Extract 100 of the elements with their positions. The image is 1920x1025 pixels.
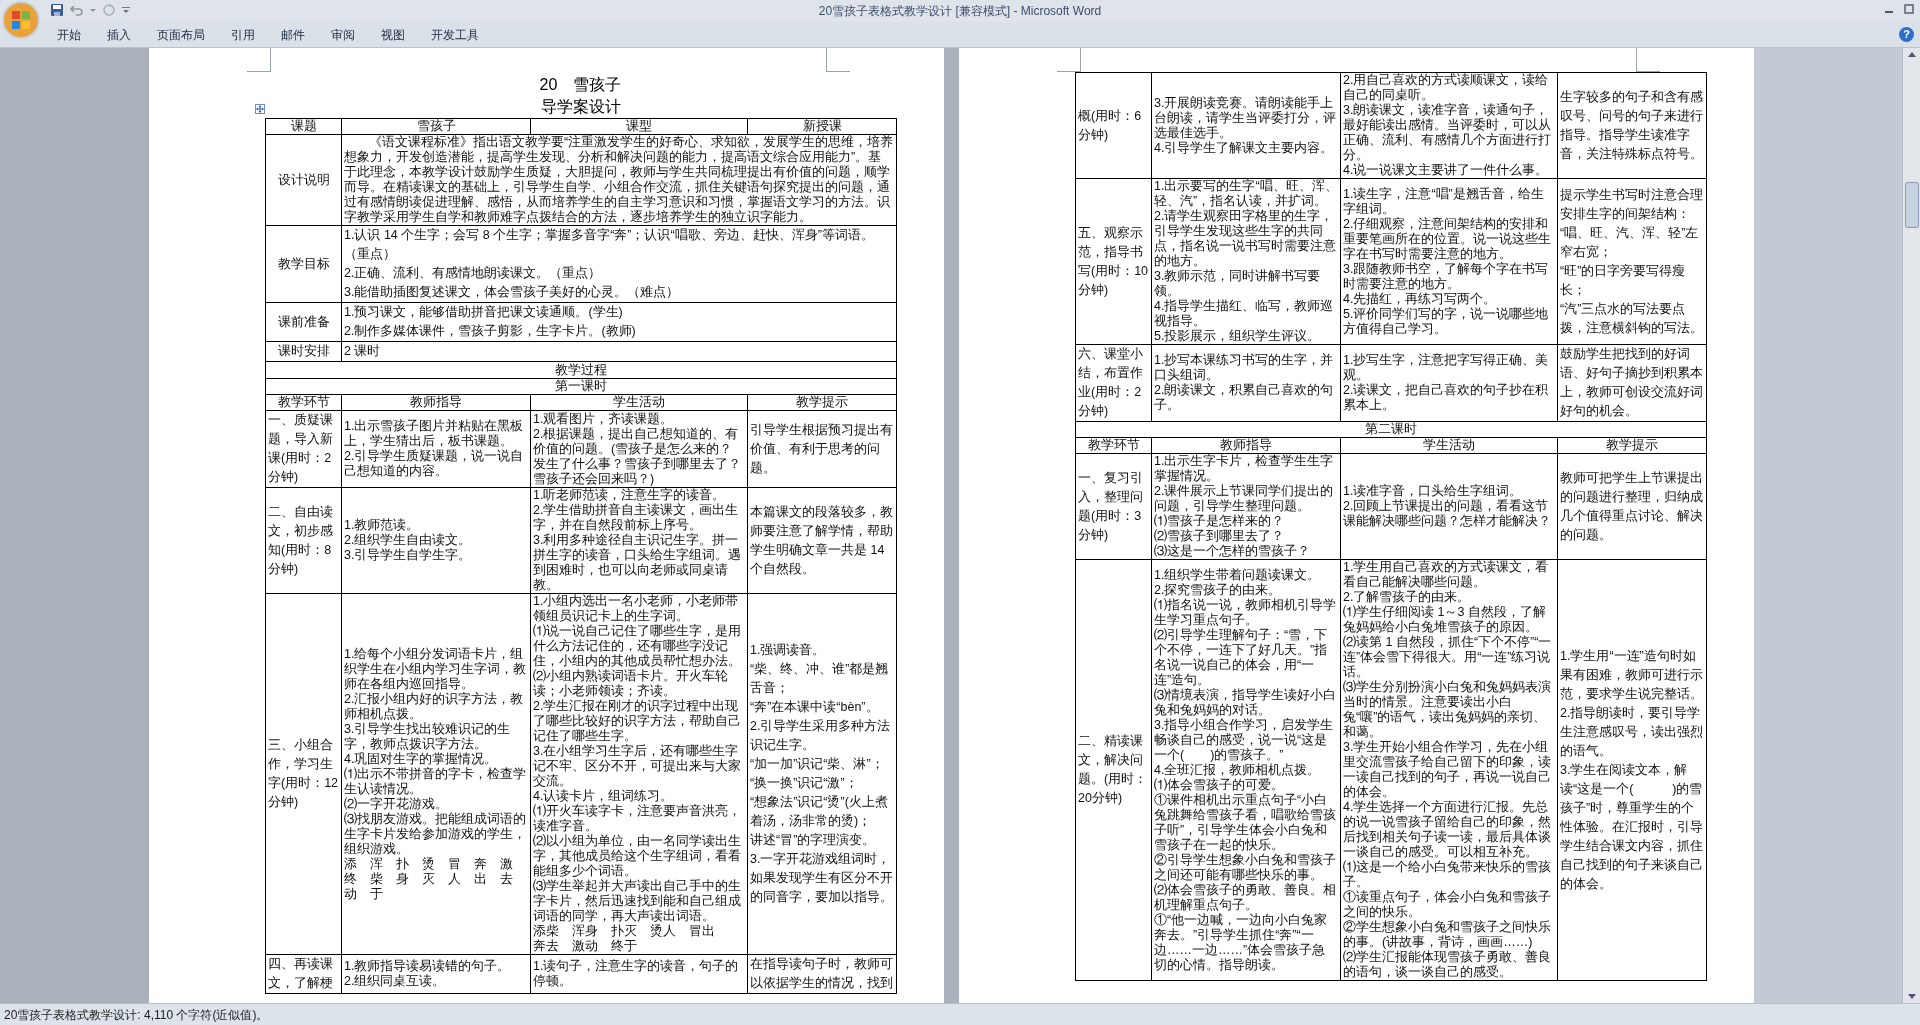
cell-text: ⑶情境表演，指导学生读好小白兔和兔妈妈的对话。 — [1154, 687, 1337, 718]
cell-text: “想象法”识记“烫”(火上煮着汤，汤非常的烫)； — [750, 794, 889, 830]
cell-text: ⑴这是一个给小白兔带来快乐的雪孩子。 — [1343, 860, 1552, 890]
cell-text: 4.全班汇报，教师相机点拨。 — [1154, 762, 1322, 778]
cell-text: ⑵雪孩子到哪里去了？ — [1154, 529, 1285, 544]
cell-text: 鼓励学生把找到的好词语、好句子摘抄到积累本上，教师可创设交流好词好句的机会。 — [1560, 346, 1704, 420]
cell-text: 3.学生开始小组合作学习，先在小组里交流雪孩子给自己留下的印象，读一读自己找到的句子，再说一说自己的体会。 — [1343, 740, 1552, 800]
cell-text: 2.朗读课文，积累自己喜欢的句子。 — [1154, 383, 1335, 413]
table-cell: 课型 — [530, 118, 748, 135]
cell-text: 1.抄写生字，注意把字写得正确、美观。 — [1343, 353, 1550, 383]
cell-text: ⑵一字开花游戏。 — [344, 796, 449, 812]
cell-text: 1.给每个小组分发词语卡片，组织学生在小组内学习生字词，教师在各组内巡回指导。 — [344, 646, 527, 692]
cell-text: ⑵引导学生理解句子：“雪，下个不停，一连下了好几天。”指名说一说自己的体会，用“一连”造句。 — [1154, 627, 1329, 688]
cell-text: 添 浑 扑 烫 冒 奔 激 — [344, 856, 514, 872]
cell-text: 3.在小组学习生字后，还有哪些生字记不牢、区分不开，可提出来与大家交流。 — [533, 744, 742, 789]
maximize-icon[interactable] — [1904, 4, 1914, 14]
cell-text: 2 课时 — [344, 343, 382, 360]
ribbon-tab[interactable]: 视图 — [368, 23, 418, 46]
cell-text: 1.组织学生带着问题读课文。 — [1154, 567, 1322, 583]
cell-text: ⑴开火车读字卡，注意要声音洪亮，读准字音。 — [533, 804, 742, 834]
paragraph: 《语文课程标准》指出语文教学要“注重激发学生的好奇心、求知欲，发展学生的思维，培养想象力，开发创造潜能，提高学生发现、分析和解决问题的能力，提高语文综合应用能力”。基于此理念，本教学设计鼓励学生质疑，大胆提问，教师与学生共同梳理提出有价值的问题，顺学而导。在精读课文的基础上，引导学生自学、小组合作交流，抓住关键语句探究提出的问题，通过有感情朗读促进理解、感悟，从而培养学生的自主学习意识和习惯，掌握语文学习的方法。识字教学采用学生自学和教师难字点拨结合的方法，逐步培养学生的独立识字能力。 — [344, 135, 894, 225]
stage-label: 二、自由读文，初步感知(用时：8分钟) — [265, 487, 342, 594]
cell-text: 4.学生选择一个方面进行汇报。先总的说一说雪孩子留给自己的印象，然后找到相关句子读一读，最后具体谈一谈自己的感受。可以相互补充。 — [1343, 800, 1552, 860]
cell-text: 1.出示雪孩子图片并粘贴在黑板上，学生猜出后，板书课题。 — [344, 419, 525, 449]
cell-text: ②引导学生想象小白兔和雪孩子之间还可能有哪些快乐的事。 — [1154, 852, 1337, 883]
cell-text: 1.出示生字卡片，检查学生生字掌握情况。 — [1154, 454, 1335, 484]
cell-text: 在指导读句子时，教师可以依据学生的情况，找到 — [750, 956, 894, 992]
cell-text: 4.引导学生了解课文主要内容。 — [1154, 140, 1335, 156]
help-button[interactable]: ? — [1899, 27, 1914, 42]
cell-text: “汽”三点水的写法要点拨，注意横斜钩的写法。 — [1560, 300, 1704, 337]
cell-text: 动 于 — [344, 886, 384, 902]
ribbon-tab[interactable]: 邮件 — [268, 23, 318, 46]
cell-text: 2.正确、流利、有感情地朗读课文。（重点） — [344, 265, 603, 282]
cell-text: 1.读句子，注意生字的读音，句子的停顿。 — [533, 959, 740, 989]
document-title: 20 雪孩子 — [538, 75, 623, 95]
column-header: 教师指导 — [341, 394, 531, 411]
table-move-handle[interactable] — [255, 104, 265, 114]
stage-label: 一、复习引入，整理问题(用时：3分钟) — [1075, 453, 1152, 560]
office-button[interactable] — [2, 1, 40, 39]
cell-text: 4.说一说课文主要讲了一件什么事。 — [1343, 163, 1550, 178]
cell-text: “奔”在本课中读“bèn”。 — [750, 699, 880, 716]
row-label: 课时安排 — [265, 341, 342, 362]
cell-text: “加一加”识记“柴、淋”； — [750, 756, 885, 773]
ribbon-tab[interactable]: 审阅 — [318, 23, 368, 46]
cell-text: 2.学生借助拼音自主读课文，画出生字，并在自然段前标上序号。 — [533, 503, 740, 533]
cell-text: 添柴 浑身 扑灭 烫人 冒出 — [533, 924, 716, 939]
undo-icon[interactable] — [70, 3, 84, 17]
ribbon-tab[interactable]: 引用 — [218, 23, 268, 46]
cell-text: 1.读生字，注意“唱”是翘舌音，给生字组词。 — [1343, 186, 1545, 217]
cell-text: 2.回顾上节课提出的问题，看看这节课能解决哪些问题？怎样才能解决？ — [1343, 499, 1552, 529]
cell-text: ②学生想象小白兔和雪孩子之间快乐的事。(讲故事，背诗，画画……) — [1343, 920, 1552, 950]
ribbon-tab[interactable]: 开发工具 — [418, 23, 492, 46]
crop-mark — [247, 48, 271, 72]
cell-text: 3.开展朗读竞赛。请朗读能手上台朗读，请学生当评委打分，评选最佳选手。 — [1154, 95, 1337, 141]
status-text: 20雪孩子表格式教学设计: 4,110 个字符(近似值)。 — [4, 1006, 269, 1024]
cell-text: 4.指导学生描红、临写，教师巡视指导。 — [1154, 299, 1335, 329]
stage-label: 五、观察示范，指导书写(用时：10分钟) — [1075, 178, 1152, 345]
save-icon[interactable] — [50, 3, 64, 17]
row-label: 教学目标 — [265, 225, 342, 303]
crop-mark — [1057, 48, 1081, 72]
cell-text: ①读重点句子，体会小白兔和雪孩子之间的快乐。 — [1343, 890, 1552, 920]
column-header: 学生活动 — [1340, 437, 1558, 454]
cell-text: 本篇课文的段落较多，教师要注意了解学情，帮助学生明确文章一共是 14 个自然段。 — [750, 503, 894, 578]
cell-text: 1.观看图片，齐读课题。 — [533, 411, 675, 427]
cell-text: 3.一字开花游戏组词时，如果发现学生有区分不开的同音字，要加以指导。 — [750, 851, 894, 906]
cell-text: 2.用自己喜欢的方式读顺课文，读给自己的同桌听。 — [1343, 73, 1550, 103]
ribbon-tab[interactable]: 插入 — [94, 23, 144, 46]
cell-text: ⑴学生仔细阅读 1～3 自然段，了解兔妈妈给小白兔堆雪孩子的原因。 — [1343, 605, 1547, 635]
cell-text: 2.根据课题，提出自己想知道的、有价值的问题。(雪孩子是怎么来的？发生了什么事？雪孩子到哪里去了？雪孩子还会回来吗？) — [533, 426, 742, 487]
cell-text: ⑵读第 1 自然段，抓住“下个不停”“一连”体会雪下得很大。用“一连”练习说话。 — [1343, 635, 1553, 680]
column-header: 教学提示 — [1557, 437, 1707, 454]
crop-mark — [826, 48, 850, 72]
cell-text: 3.跟随教师书空，了解每个字在书写时需要注意的地方。 — [1343, 261, 1550, 292]
cell-text: 2.课件展示上节课同学们提出的问题，引导学生整理问题。 — [1154, 484, 1335, 514]
vertical-scrollbar[interactable] — [1902, 48, 1920, 1003]
cell-text: 提示学生书写时注意合理安排生字的间架结构： — [1560, 186, 1704, 223]
cell-text: 1.认识 14 个生字；会写 8 个生字；掌握多音字“奔”；认识“唱歌、旁边、赶快、浑身”等词语。（重点） — [344, 227, 875, 263]
cell-text: 1.强调读音。 — [750, 642, 827, 659]
cell-text: 1.抄写本课练习书写的生字，并口头组词。 — [1154, 353, 1335, 383]
cell-text: 3.学生在阅读文本，解读“这是一个( )的雪孩子”时，尊重学生的个性体验。在汇报时，引导学生结合课文内容，抓住自己找到的句子来谈自己的体会。 — [1560, 761, 1704, 893]
ribbon-tab[interactable]: 开始 — [44, 23, 94, 46]
table-cell: 雪孩子 — [341, 118, 531, 135]
stage-label: 一、质疑课题，导入新课(用时：2分钟) — [265, 410, 342, 488]
cell-text: 2.仔细观察，注意间架结构的安排和重要笔画所在的位置。说一说这些生字在书写时需要注意的地方。 — [1343, 216, 1552, 262]
cell-text: 奔去 激动 终于 — [533, 939, 638, 954]
section-heading: 教学过程 — [265, 361, 897, 379]
office-logo-icon — [11, 10, 31, 30]
cell-text: 终 柴 身 灭 人 出 去 — [344, 871, 514, 887]
cell-text: ⑶这是一个怎样的雪孩子？ — [1154, 544, 1311, 559]
scrollbar-thumb[interactable] — [1904, 182, 1919, 228]
cell-text: 5.投影展示，组织学生评议。 — [1154, 329, 1322, 344]
ribbon-tab[interactable]: 页面布局 — [144, 23, 218, 46]
cell-text: ⑵以小组为单位，由一名同学读出生字，其他成员给这个生字组词，看看能组多少个词语。 — [533, 834, 742, 879]
cell-text: “唱、旺、汽、浑、轻”左窄右宽； — [1560, 224, 1700, 261]
cell-text: 2.组织学生自由读文。 — [344, 533, 473, 548]
cell-text: 2.组织同桌互读。 — [344, 974, 447, 989]
cell-text: 1.预习课文，能够借助拼音把课文读通顺。(学生) — [344, 304, 624, 321]
cell-text: 2.制作多媒体课件，雪孩子剪影，生字卡片。(教师) — [344, 323, 637, 340]
row-label: 设计说明 — [265, 134, 342, 226]
cell-text: 1.教师指导读易读错的句子。 — [344, 959, 512, 974]
